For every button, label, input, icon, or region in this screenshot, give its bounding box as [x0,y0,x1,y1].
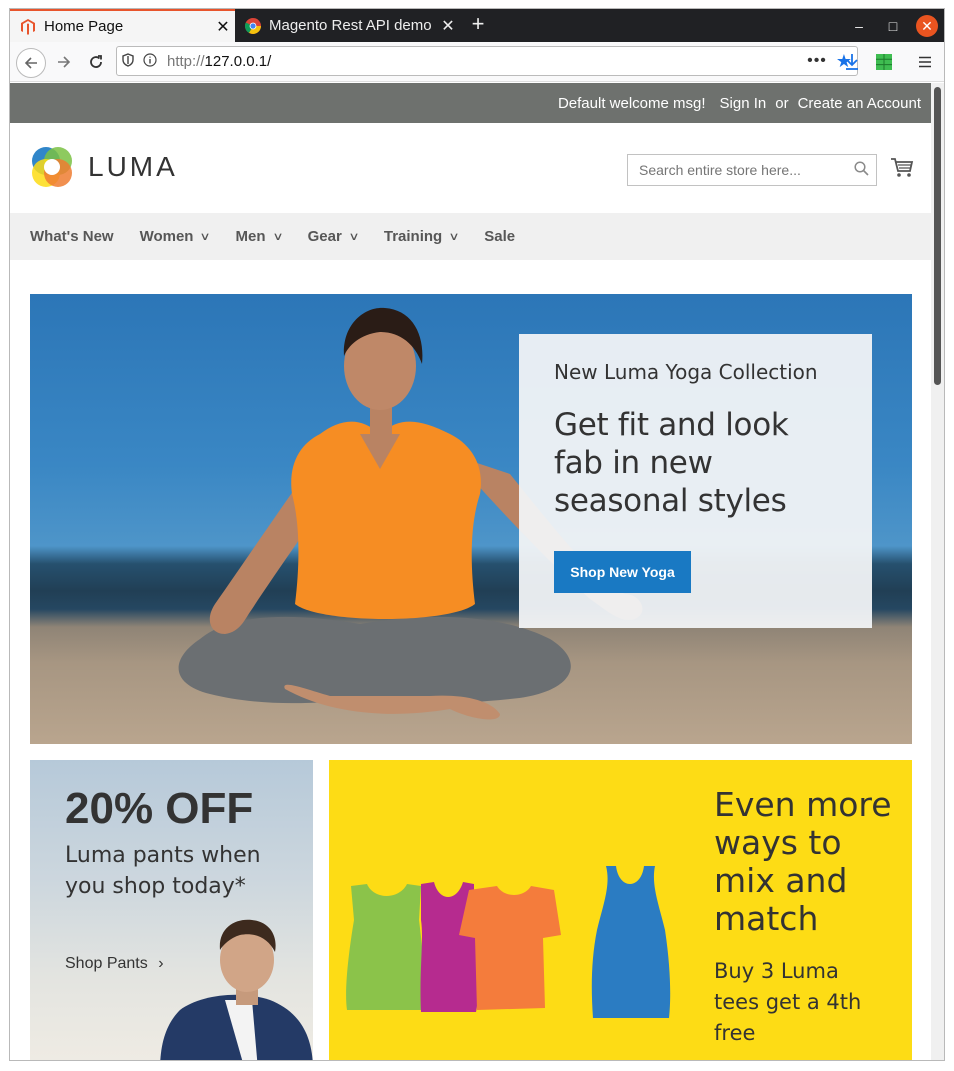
arrow-right-icon [58,56,71,68]
hero-kicker: New Luma Yoga Collection [554,360,818,384]
shield-icon[interactable] [117,52,139,70]
browser-toolbar: http://127.0.0.1/ ••• ★ [10,42,944,82]
tab-magento-rest-api-demo[interactable]: Magento Rest API demo ✕ [235,9,460,42]
create-account-link[interactable]: Create an Account [798,95,921,112]
shop-pants-label: Shop Pants [65,955,148,972]
chevron-down-icon: ∨ [271,231,284,243]
url-protocol: http:// [167,52,205,70]
arrow-left-icon [24,57,37,69]
pants-promo-title: 20% OFF [65,784,254,833]
nav-item-label: Training [383,228,443,245]
or-separator: or [775,94,789,112]
panel-header: Default welcome msg! Sign In or Create a… [10,83,932,123]
magento-icon [20,18,36,35]
sign-in-link[interactable]: Sign In [720,95,767,112]
reload-button[interactable] [84,50,108,74]
nav-item-men[interactable]: Men ∨ [235,228,284,245]
welcome-message: Default welcome msg! [557,94,706,112]
close-window-icon[interactable]: ✕ [916,15,938,37]
search-input[interactable] [637,161,846,179]
close-tab-icon[interactable]: ✕ [211,17,235,37]
address-bar[interactable]: http://127.0.0.1/ ••• ★ [116,46,858,76]
reload-icon [90,55,102,68]
nav-item-women[interactable]: Women ∨ [139,228,212,245]
url-text[interactable]: http://127.0.0.1/ [161,53,803,70]
tab-home-page[interactable]: Home Page ✕ [10,9,235,42]
maximize-icon[interactable]: □ [882,15,904,37]
hero-headline: Get fit and look fab in new seasonal sty… [554,407,789,519]
page-actions-icon[interactable]: ••• [803,52,831,70]
search-icon[interactable] [846,161,876,179]
web-page: Default welcome msg! Sign In or Create a… [10,83,932,1060]
hero-banner[interactable]: New Luma Yoga Collection Get fit and loo… [30,294,912,744]
downloads-icon[interactable] [840,50,864,74]
chrome-icon [245,17,261,34]
nav-item-label: Men [235,228,266,245]
nav-item-training[interactable]: Training ∨ [383,228,460,245]
tees-promo-block[interactable]: Even more ways to mix and match Buy 3 Lu… [329,760,912,1060]
tab-strip: Home Page ✕ Magento Rest API demo ✕ + – … [10,9,944,42]
nav-item-sale[interactable]: Sale [484,228,515,245]
luma-logo-icon [32,147,72,187]
tees-promo-title: Even more ways to mix and match [714,785,892,938]
pants-promo-subtitle: Luma pants when you shop today* [65,843,261,899]
menu-icon[interactable] [913,50,937,74]
nav-item-label: Sale [484,228,516,245]
chevron-right-icon: › [158,955,164,972]
tab-title: Magento Rest API demo [269,17,432,34]
shop-pants-link[interactable]: Shop Pants › [65,955,164,973]
extension-icon[interactable] [872,50,896,74]
logo-text: LUMA [88,151,178,182]
nav-item-label: Gear [307,228,342,245]
minimize-icon[interactable]: – [848,15,870,37]
nav-item-gear[interactable]: Gear ∨ [307,228,360,245]
pants-promo-block[interactable]: 20% OFF Luma pants when you shop today* … [30,760,313,1060]
forward-button[interactable] [52,50,76,74]
info-icon[interactable] [139,52,161,70]
site-header: LUMA [10,123,932,213]
tees-promo-subtitle: Buy 3 Luma tees get a 4th free [714,959,862,1045]
luma-logo[interactable]: LUMA [30,145,178,189]
search-box[interactable] [627,154,877,186]
cart-icon[interactable] [890,157,914,181]
url-host: 127.0.0.1/ [204,52,272,70]
new-tab-button[interactable]: + [466,13,490,37]
hero-promo-card: New Luma Yoga Collection Get fit and loo… [519,334,872,628]
nav-item-label: What's New [30,228,114,245]
chevron-down-icon: ∨ [448,231,460,243]
nav-item-label: Women [139,228,194,245]
page-scrollbar[interactable] [931,83,944,1060]
chevron-down-icon: ∨ [199,231,212,243]
nav-item-whats-new[interactable]: What's New [30,228,114,245]
close-tab-icon[interactable]: ✕ [436,16,460,36]
scrollbar-thumb[interactable] [934,87,941,385]
back-button[interactable] [16,48,46,78]
browser-window: Home Page ✕ Magento Rest API demo ✕ + – … [9,8,945,1061]
tab-title: Home Page [44,18,124,35]
main-navigation: What's New Women ∨ Men ∨ Gear ∨ Training ∨ S… [10,213,932,260]
shop-new-yoga-button[interactable]: Shop New Yoga [554,551,691,593]
chevron-down-icon: ∨ [348,231,360,243]
